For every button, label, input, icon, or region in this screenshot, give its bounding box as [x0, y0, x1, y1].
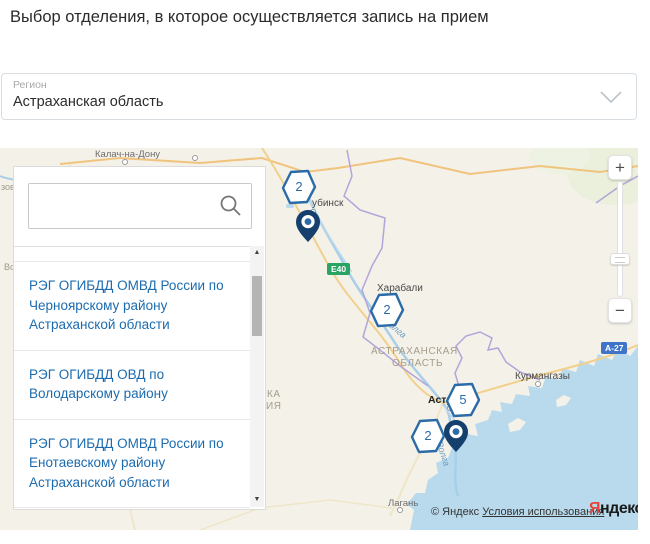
panel-scrollbar: ▲ ▼: [250, 246, 264, 507]
region-select-value: Астраханская область: [13, 94, 164, 110]
road-badge-a27: А-27: [601, 342, 628, 354]
cluster-marker[interactable]: 2: [410, 418, 446, 454]
map-label-lagan: Лагань: [388, 498, 419, 509]
map-label-edge-right1: КА: [267, 389, 281, 400]
scrollbar-thumb[interactable]: [252, 276, 262, 336]
department-list-item[interactable]: РЭГ ОГИБДД ОМВД России по Енотаевскому р…: [14, 418, 250, 508]
appointment-department-page: Выбор отделения, в которое осуществляетс…: [0, 0, 650, 544]
terms-of-use-link[interactable]: Условия использования: [482, 506, 604, 518]
road-badge-e40: Е40: [327, 263, 351, 275]
cluster-count: 2: [295, 179, 303, 194]
department-list: РЭГ ОГИБДД ОМВД России по Черноярскому р…: [14, 246, 250, 509]
location-pin[interactable]: [443, 419, 469, 453]
cluster-marker[interactable]: 2: [281, 169, 317, 205]
zoom-slider-track: [617, 181, 623, 297]
search-box: [28, 183, 252, 229]
region-select[interactable]: Регион Астраханская область: [1, 73, 637, 120]
department-list-item[interactable]: РЭГ ОГИБДД ОМВД России по Черноярскому р…: [14, 261, 250, 350]
map-label-region-line2: ОБЛАСТЬ: [392, 358, 444, 369]
yandex-map[interactable]: Калач-на-Дону убинск Харабали Астр Курма…: [0, 148, 638, 530]
cluster-marker[interactable]: 5: [445, 382, 481, 418]
copyright-text: © Яндекс: [431, 506, 480, 518]
search-icon[interactable]: [219, 194, 242, 222]
cluster-count: 2: [424, 428, 432, 443]
scroll-up-arrow-icon[interactable]: ▲: [250, 246, 264, 260]
page-title: Выбор отделения, в которое осуществляетс…: [10, 8, 489, 26]
yandex-logo[interactable]: Яндекс: [589, 500, 638, 518]
map-label-kalach: Калач-на-Дону: [95, 149, 161, 160]
map-attribution: © Яндекс Условия использования: [431, 506, 604, 518]
cluster-count: 5: [459, 392, 467, 407]
chevron-down-icon[interactable]: [600, 91, 622, 109]
zoom-in-button[interactable]: +: [608, 155, 632, 180]
region-select-label: Регион: [13, 79, 47, 91]
scroll-down-arrow-icon[interactable]: ▼: [250, 493, 264, 507]
map-label-edge-right2: ИЯ: [266, 401, 282, 412]
zoom-slider-handle[interactable]: [610, 253, 630, 265]
map-zoom-control: + −: [608, 155, 632, 323]
map-label-kurmangazy: Курмангазы: [515, 371, 570, 382]
map-label-region-line1: АСТРАХАНСКАЯ: [371, 346, 458, 357]
cluster-count: 2: [383, 302, 391, 317]
zoom-out-button[interactable]: −: [608, 298, 632, 323]
department-list-item[interactable]: РЭГ ОГИБДД ОВД по Володарскому району: [14, 349, 250, 419]
department-panel: РЭГ ОГИБДД ОМВД России по Черноярскому р…: [13, 166, 266, 510]
cluster-marker[interactable]: 2: [369, 292, 405, 328]
location-pin[interactable]: [295, 209, 321, 243]
department-list-item[interactable]: РЭГ ОГИБДД ОМВД по Харабалинскому району: [14, 507, 250, 509]
